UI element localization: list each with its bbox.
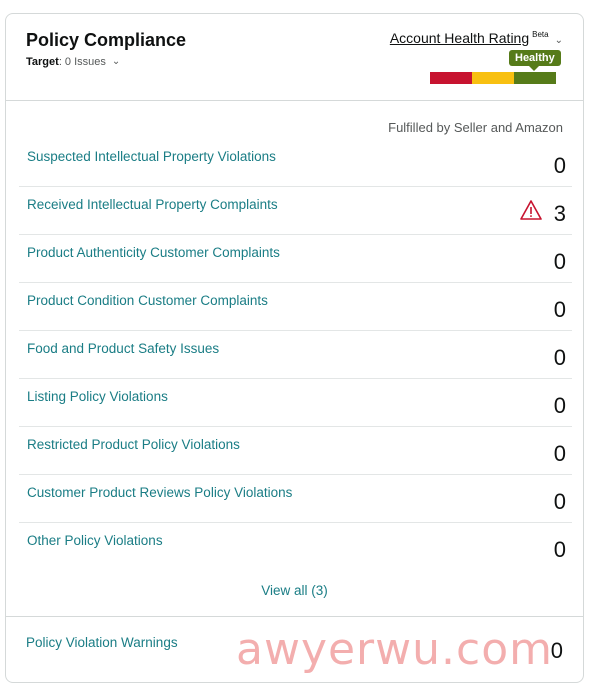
column-header: Fulfilled by Seller and Amazon <box>388 120 563 135</box>
row-link[interactable]: Food and Product Safety Issues <box>27 341 219 356</box>
list-item: Customer Product Reviews Policy Violatio… <box>19 475 572 523</box>
list-item: Listing Policy Violations 0 <box>19 379 572 427</box>
list-item: Other Policy Violations 0 <box>19 523 572 570</box>
view-all-link[interactable]: View all (3) <box>6 583 583 598</box>
row-link[interactable]: Other Policy Violations <box>27 533 163 548</box>
row-count: 0 <box>553 489 566 514</box>
row-count: 0 <box>553 345 566 370</box>
row-count: 0 <box>553 441 566 466</box>
ahr-label[interactable]: Account Health Rating <box>390 30 529 46</box>
row-count: 3 <box>553 201 566 226</box>
row-link[interactable]: Product Authenticity Customer Complaints <box>27 245 280 260</box>
chevron-down-icon[interactable]: ⌄ <box>555 35 563 46</box>
row-count: 0 <box>553 297 566 322</box>
row-link[interactable]: Suspected Intellectual Property Violatio… <box>27 149 276 164</box>
list-item: Restricted Product Policy Violations 0 <box>19 427 572 475</box>
list-item: Suspected Intellectual Property Violatio… <box>19 139 572 187</box>
target-dropdown[interactable]: Target: 0 Issues ⌄ <box>26 56 120 68</box>
health-rating-bar <box>430 72 556 84</box>
policy-compliance-card: Policy Compliance Target: 0 Issues ⌄ Acco… <box>5 13 584 683</box>
row-count: 0 <box>553 537 566 562</box>
warning-icon <box>520 200 542 220</box>
row-link[interactable]: Customer Product Reviews Policy Violatio… <box>27 485 292 500</box>
policy-violation-warnings-link[interactable]: Policy Violation Warnings <box>26 635 178 650</box>
row-count: 0 <box>553 393 566 418</box>
healthy-status-badge: Healthy <box>509 50 561 71</box>
page-title: Policy Compliance <box>26 30 187 50</box>
section-divider <box>6 616 583 617</box>
list-item: Food and Product Safety Issues 0 <box>19 331 572 379</box>
rating-bar-green <box>514 72 556 84</box>
card-header: Policy Compliance Target: 0 Issues ⌄ Acco… <box>6 14 583 101</box>
list-item: Received Intellectual Property Complaint… <box>19 187 572 235</box>
row-count: 0 <box>553 249 566 274</box>
target-value: : 0 Issues <box>58 56 106 68</box>
target-label: Target <box>26 56 59 68</box>
rating-bar-yellow <box>472 72 514 84</box>
rating-bar-red <box>430 72 472 84</box>
row-link[interactable]: Restricted Product Policy Violations <box>27 437 240 452</box>
row-link[interactable]: Received Intellectual Property Complaint… <box>27 197 278 212</box>
beta-badge: Beta <box>532 30 549 40</box>
watermark: awyerwu.com <box>236 624 553 675</box>
chevron-down-icon: ⌄ <box>111 56 121 67</box>
row-link[interactable]: Product Condition Customer Complaints <box>27 293 268 308</box>
row-link[interactable]: Listing Policy Violations <box>27 389 168 404</box>
list-item: Product Condition Customer Complaints 0 <box>19 283 572 331</box>
list-item: Product Authenticity Customer Complaints… <box>19 235 572 283</box>
row-count: 0 <box>553 153 566 178</box>
account-health-rating-link[interactable]: Account Health Rating Beta ⌄ <box>390 30 563 46</box>
policy-list: Suspected Intellectual Property Violatio… <box>19 139 572 570</box>
